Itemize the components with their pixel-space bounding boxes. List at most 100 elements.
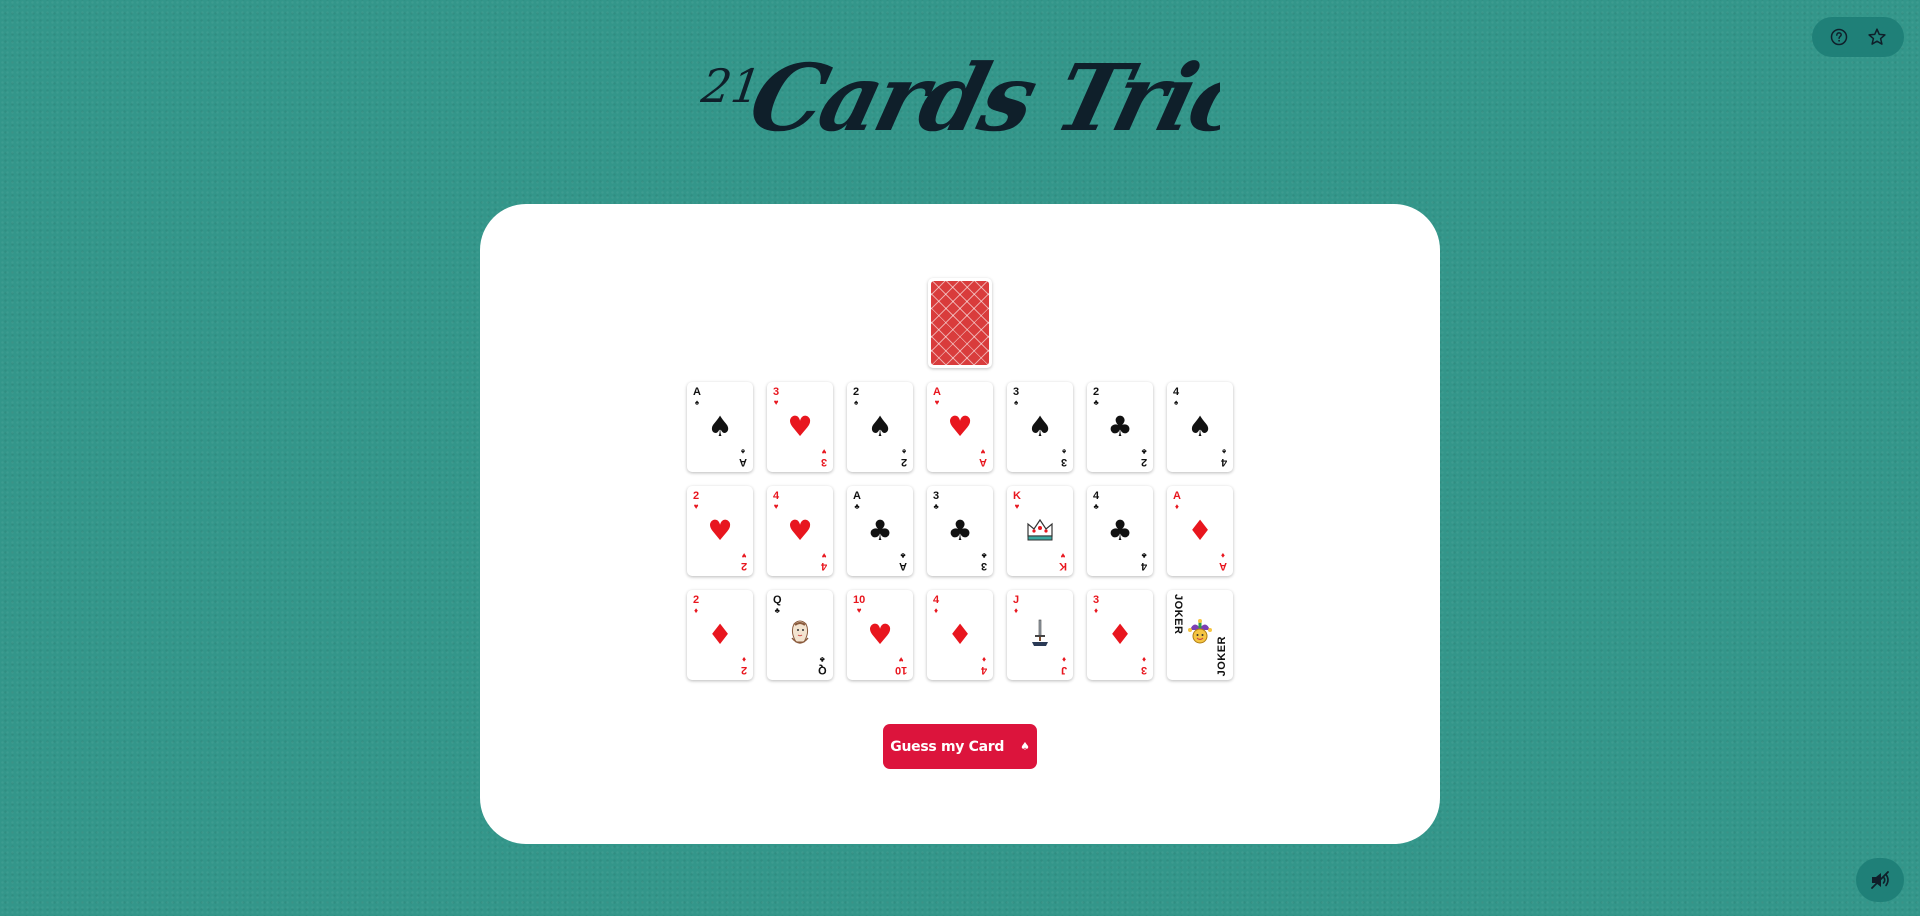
playing-card[interactable]: JOKER JOKER [1167,590,1233,680]
card-suit: ♥ [741,551,747,560]
card-suit: ♣ [933,502,939,511]
playing-card[interactable]: 2 ♦ ♦ 2 ♦ [687,590,753,680]
card-corner: 2 ♣ [1141,447,1147,468]
card-rank: 3 [773,386,780,398]
card-suit: ♣ [900,551,906,560]
card-corner: J ♦ [1013,595,1019,615]
card-corner: 3 ♣ [933,491,939,511]
card-center-suit: ♣ [947,514,973,547]
card-center-suit: ♥ [947,410,973,443]
card-center-suit: ♦ [947,618,973,651]
card-corner: A ♦ [1173,491,1181,511]
playing-card[interactable]: 10 ♥ ♥ 10 ♥ [847,590,913,680]
card-suit: ♠ [694,398,700,407]
jester-icon [1186,618,1214,652]
card-center-suit: ♥ [707,514,733,547]
favorite-button[interactable] [1863,23,1891,51]
card-suit: ♠ [853,398,859,407]
card-center-suit: ♠ [1027,410,1053,443]
playing-card[interactable]: 4 ♠ ♠ 4 ♠ [1167,382,1233,472]
card-corner: 3 ♠ [1013,387,1019,407]
playing-card[interactable]: 3 ♦ ♦ 3 ♦ [1087,590,1153,680]
playing-card[interactable]: K ♥ K ♥ [1007,486,1073,576]
card-suit: ♠ [1061,447,1067,456]
playing-card[interactable]: 2 ♠ ♠ 2 ♠ [847,382,913,472]
card-suit: ♠ [740,447,746,456]
card-rank: 3 [933,490,940,502]
card-rank: 2 [900,456,907,468]
card-corner: 2 ♥ [741,551,747,572]
card-suit: ♥ [693,502,699,511]
playing-card[interactable]: 3 ♠ ♠ 3 ♠ [1007,382,1073,472]
card-corner: 3 ♠ [1060,447,1067,468]
sound-toggle-button[interactable] [1856,858,1904,902]
card-rank: 2 [740,664,747,676]
card-center-suit: ♣ [1107,514,1133,547]
title-text: Cards Trick! [739,44,1220,152]
card-rank: 10 [894,664,907,676]
card-center-suit: ♦ [1187,514,1213,547]
card-corner: 2 ♠ [853,387,859,407]
playing-card[interactable]: A ♦ ♦ A ♦ [1167,486,1233,576]
playing-card[interactable]: A ♥ ♥ A ♥ [927,382,993,472]
card-corner: 2 ♣ [1093,387,1099,407]
card-center-suit: ♥ [787,410,813,443]
guess-my-card-button[interactable]: Guess my Card ♠ [883,724,1037,769]
card-rank: 4 [1140,560,1147,572]
card-center-suit: ♠ [1187,410,1213,443]
card-corner: 3 ♦ [1141,655,1147,676]
card-suit: ♣ [981,551,987,560]
playing-card[interactable]: 3 ♣ ♣ 3 ♣ [927,486,993,576]
top-actions [1812,17,1904,57]
card-rank: A [899,560,907,572]
card-suit: ♣ [854,502,860,511]
card-suit: ♦ [1220,551,1226,560]
playing-card[interactable]: 4 ♥ ♥ 4 ♥ [767,486,833,576]
playing-card[interactable]: 4 ♦ ♦ 4 ♦ [927,590,993,680]
game-panel: A ♠ ♠ A ♠ 3 ♥ ♥ 3 ♥ 2 ♠ ♠ 2 ♠ A ♥ ♥ A ♥ 3 ♠ ♠ 3 ♠ 2 ♣ ♣ 2 ♣ 4 ♠ ♠ 4 ♠ 2 ♥ ♥ 2 ♥… [480,204,1440,844]
card-suit: ♣ [1093,502,1099,511]
card-rank: 3 [820,456,827,468]
card-rank: 2 [693,594,700,606]
speaker-muted-icon [1871,871,1889,889]
card-suit: ♥ [934,398,940,407]
card-deck[interactable] [928,278,992,368]
playing-card[interactable]: 2 ♥ ♥ 2 ♥ [687,486,753,576]
card-rank: 4 [933,594,940,606]
card-center-suit: ♦ [1107,618,1133,651]
card-rank: 2 [853,386,860,398]
card-corner: 4 ♣ [1140,551,1147,572]
card-center-suit: ♦ [707,618,733,651]
card-rank: A [1173,490,1181,502]
queen-icon [786,618,814,652]
playing-card[interactable]: A ♠ ♠ A ♠ [687,382,753,472]
card-corner: A ♥ [933,387,941,407]
card-rank: 4 [773,490,780,502]
help-button[interactable] [1825,23,1853,51]
playing-card[interactable]: 3 ♥ ♥ 3 ♥ [767,382,833,472]
card-rank: 3 [1013,386,1020,398]
playing-card[interactable]: A ♣ ♣ A ♣ [847,486,913,576]
playing-card[interactable]: 2 ♣ ♣ 2 ♣ [1087,382,1153,472]
playing-card[interactable]: J ♦ J ♦ [1007,590,1073,680]
card-suit: ♥ [821,447,827,456]
card-corner: 3 ♥ [773,387,779,407]
card-corner: A ♦ [1219,551,1227,572]
card-corner: 2 ♦ [693,595,699,615]
card-rank: 3 [1060,456,1067,468]
card-corner: 4 ♦ [981,655,987,676]
card-suit: ♦ [1141,655,1146,664]
playing-card[interactable]: 4 ♣ ♣ 4 ♣ [1087,486,1153,576]
card-rank: 2 [1093,386,1100,398]
card-rank: 3 [1093,594,1100,606]
guess-button-label: Guess my Card [890,738,1005,755]
card-suit: ♣ [820,655,826,664]
playing-card[interactable]: Q ♣ Q ♣ [767,590,833,680]
spade-icon: ♠ [1020,740,1030,753]
card-corner: 4 ♥ [821,551,827,572]
card-corner: 10 ♥ [894,655,907,676]
card-corner: 2 ♥ [693,491,699,511]
card-center-suit: ♣ [1107,410,1133,443]
card-suit: ♠ [901,447,907,456]
card-suit: ♥ [821,551,827,560]
